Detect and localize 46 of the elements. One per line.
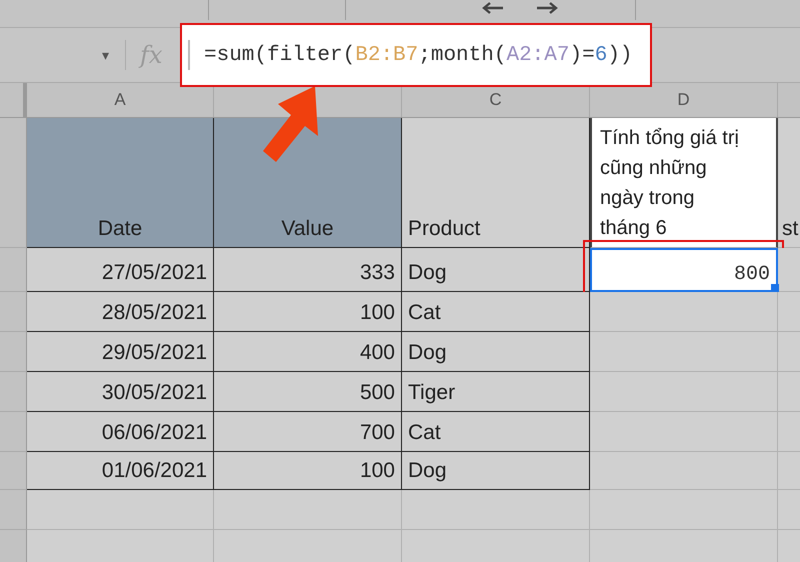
table-cell: Dog bbox=[402, 452, 590, 490]
right-arrow-icon[interactable] bbox=[536, 2, 558, 14]
row-header[interactable] bbox=[0, 118, 27, 248]
row-header[interactable] bbox=[0, 490, 27, 530]
table-cell: Cat bbox=[402, 412, 590, 452]
table-cell: 333 bbox=[214, 248, 402, 292]
result-cell[interactable] bbox=[590, 292, 778, 332]
result-cell[interactable] bbox=[590, 412, 778, 452]
column-letter[interactable]: D bbox=[677, 90, 690, 110]
table-cell: 100 bbox=[214, 292, 402, 332]
table-cell: 01/06/2021 bbox=[27, 452, 214, 490]
table-cell: Dog bbox=[402, 248, 590, 292]
table-cell: 28/05/2021 bbox=[27, 292, 214, 332]
table-cell: 06/06/2021 bbox=[27, 412, 214, 452]
table-cell: 27/05/2021 bbox=[27, 248, 214, 292]
table-cell: Dog bbox=[402, 332, 590, 372]
row-header[interactable] bbox=[0, 530, 27, 562]
table-header-cell: Date bbox=[27, 118, 214, 248]
table-cell: 100 bbox=[214, 452, 402, 490]
note-cell: Tính tổng giá trị cũng những ngày trong tháng 6 bbox=[590, 118, 778, 248]
row-header[interactable] bbox=[0, 332, 27, 372]
row-header[interactable] bbox=[0, 452, 27, 490]
row-header[interactable] bbox=[0, 292, 27, 332]
row-header[interactable] bbox=[0, 248, 27, 292]
caret-icon[interactable]: ▾ bbox=[102, 47, 109, 63]
table-cell: 30/05/2021 bbox=[27, 372, 214, 412]
table-cell: 700 bbox=[214, 412, 402, 452]
table-cell: 400 bbox=[214, 332, 402, 372]
table-cell: 29/05/2021 bbox=[27, 332, 214, 372]
table-cell: st bbox=[778, 118, 800, 248]
column-letter[interactable]: C bbox=[489, 90, 502, 110]
table-header-cell: Value bbox=[214, 118, 402, 248]
table-cell: Tiger bbox=[402, 372, 590, 412]
result-cell[interactable] bbox=[590, 332, 778, 372]
fill-handle[interactable] bbox=[771, 284, 779, 292]
table-cell: 500 bbox=[214, 372, 402, 412]
column-letter[interactable]: A bbox=[114, 90, 126, 110]
result-cell[interactable] bbox=[590, 372, 778, 412]
row-header[interactable] bbox=[0, 412, 27, 452]
result-cell[interactable] bbox=[590, 452, 778, 490]
left-arrow-icon[interactable] bbox=[482, 2, 504, 14]
result-cell[interactable]: 800 bbox=[590, 248, 778, 292]
formula-field[interactable]: =sum(filter(B2:B7;month(A2:A7)=6)) bbox=[180, 23, 652, 87]
table-header-cell: Product bbox=[402, 118, 590, 248]
table-cell: Cat bbox=[402, 292, 590, 332]
row-header[interactable] bbox=[0, 372, 27, 412]
